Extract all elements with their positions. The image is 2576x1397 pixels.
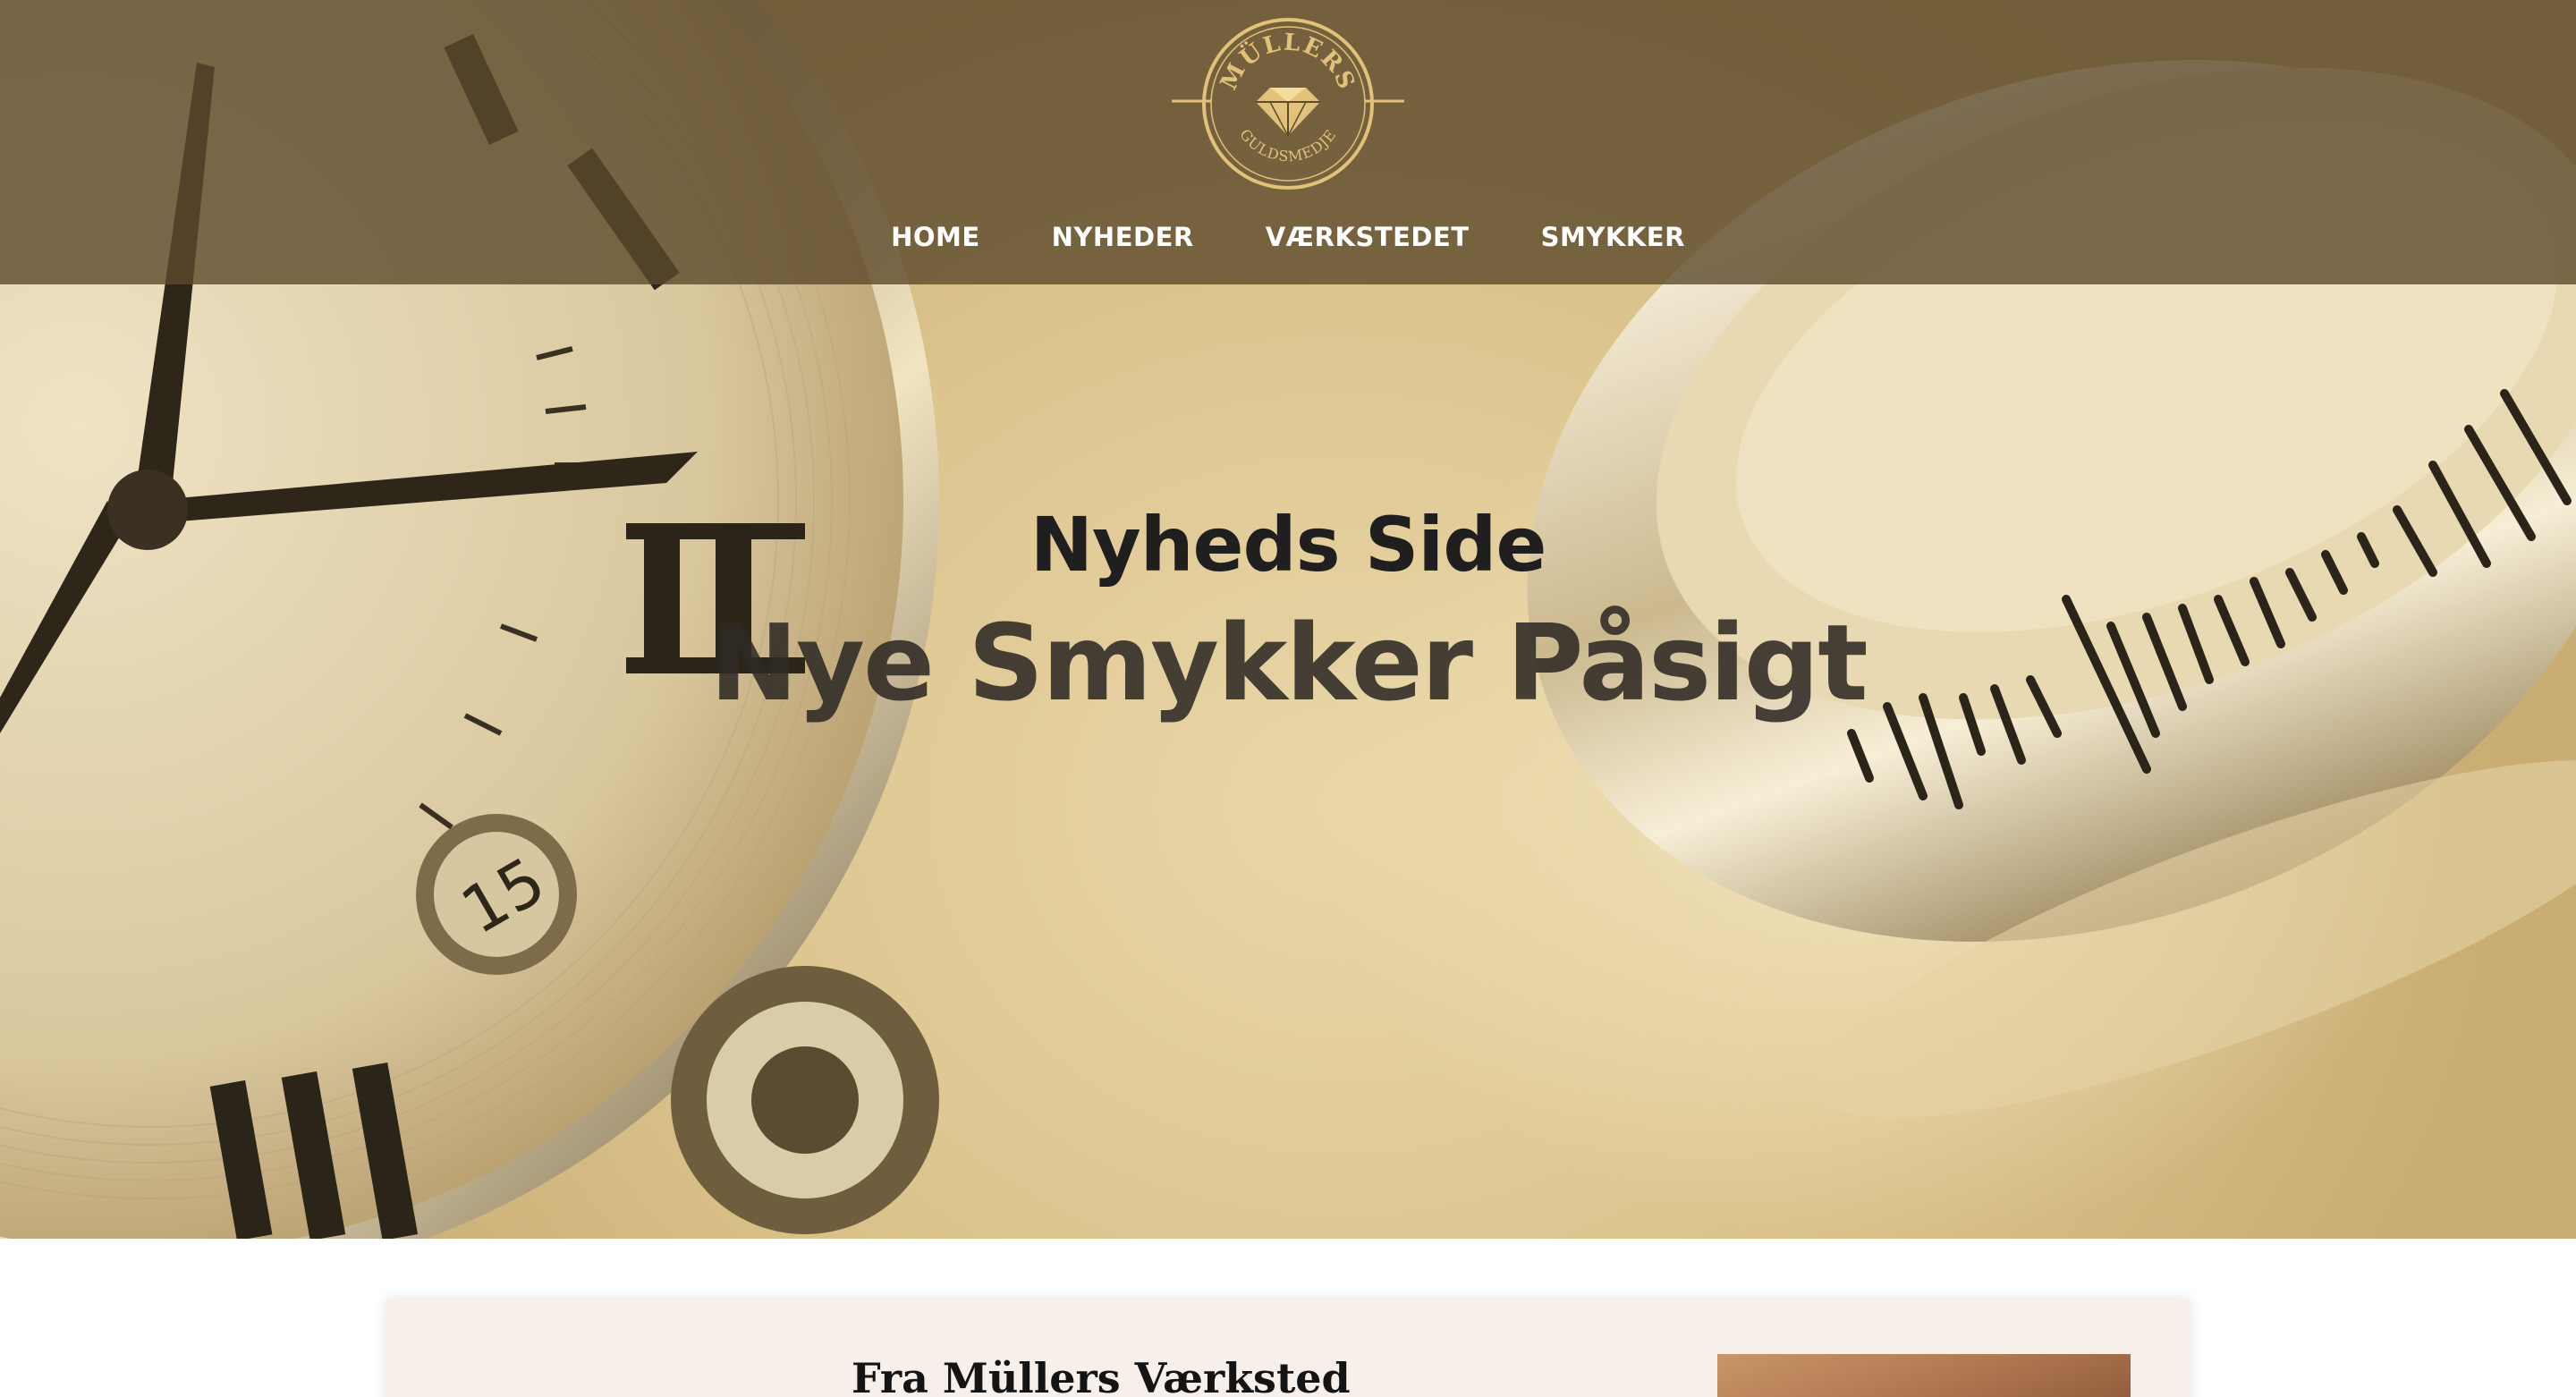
site-header: MÜLLERS GULDSMEDJE HOME NYHEDER VÆRKSTED…: [0, 0, 2576, 284]
content-card: Fra Müllers Værksted: [386, 1299, 2190, 1397]
hero-subtitle: Nye Smykker Påsigt: [709, 601, 1868, 724]
nav-item-nyheder[interactable]: NYHEDER: [1052, 215, 1194, 259]
jewelry-image: [1717, 1354, 2131, 1397]
nav-item-home[interactable]: HOME: [891, 215, 980, 259]
nav-item-vaerkstedet[interactable]: VÆRKSTEDET: [1266, 215, 1470, 259]
diamond-icon: [1256, 88, 1320, 137]
main-nav: HOME NYHEDER VÆRKSTEDET SMYKKER: [0, 215, 2576, 259]
logo[interactable]: MÜLLERS GULDSMEDJE: [1172, 16, 1404, 191]
nav-item-smykker[interactable]: SMYKKER: [1541, 215, 1685, 259]
hero-title: Nyheds Side: [1030, 501, 1547, 588]
content-heading: Fra Müllers Værksted: [852, 1354, 1351, 1397]
